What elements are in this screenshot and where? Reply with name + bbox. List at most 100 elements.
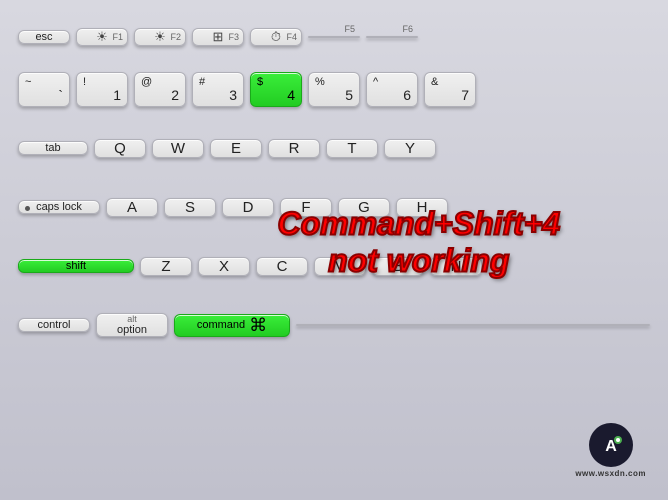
key-3[interactable]: # 3 [192,72,244,107]
key-f3[interactable]: ⊞ F3 [192,28,244,46]
key-4[interactable]: $ 4 [250,72,302,107]
key-1-top: ! [83,77,133,88]
f3-icon: ⊞ [213,29,224,45]
key-g[interactable]: G [338,198,390,217]
f4-icon: ⏱ [271,29,281,45]
f2-icon: ☀ [154,29,166,45]
key-r-label: R [289,140,300,157]
key-4-top: $ [257,77,307,88]
key-f-label: F [301,199,310,216]
key-option-label: option [117,324,147,336]
bottom-key-row: control alt option command ⌘ [18,299,650,351]
f4-label: F4 [286,32,297,42]
key-a-label: A [127,199,137,216]
key-shift-label: shift [66,260,86,272]
key-c[interactable]: C [256,257,308,276]
function-key-row: esc ☀ F1 ☀ F2 ⊞ F3 ⏱ F4 F5 F6 [18,18,650,56]
asdf-row: caps lock A S D F G H [18,181,650,233]
zxcv-row: shift Z X C V B N [18,240,650,292]
qwerty-row: tab Q W E R T Y [18,122,650,174]
key-x[interactable]: X [198,257,250,276]
key-n-label: N [451,258,462,275]
key-f5[interactable]: F5 [308,36,360,38]
key-command[interactable]: command ⌘ [174,314,290,337]
key-5-bottom: 5 [303,88,353,102]
watermark: A www.wsxdn.com [575,423,646,478]
caps-lock-indicator [25,206,30,211]
key-t-label: T [347,140,356,157]
key-b-label: B [393,258,403,275]
key-caps-label: caps lock [36,201,82,213]
key-x-label: X [219,258,229,275]
key-6-top: ^ [373,77,423,88]
key-q-label: Q [114,140,126,157]
f2-label: F2 [170,32,181,42]
key-d[interactable]: D [222,198,274,217]
key-3-top: # [199,77,249,88]
key-2[interactable]: @ 2 [134,72,186,107]
key-caps-lock[interactable]: caps lock [18,200,100,214]
key-e[interactable]: E [210,139,262,158]
key-7-bottom: 7 [419,88,469,102]
key-tab-label: tab [45,142,60,154]
key-1[interactable]: ! 1 [76,72,128,107]
key-tilde-top: ~ [25,77,75,88]
key-z[interactable]: Z [140,257,192,276]
key-tilde[interactable]: ~ ` [18,72,70,107]
key-s-label: S [185,199,195,216]
key-s[interactable]: S [164,198,216,217]
key-alt-label: alt [127,314,137,324]
key-v[interactable]: V [314,257,366,276]
key-6[interactable]: ^ 6 [366,72,418,107]
key-control[interactable]: control [18,318,90,332]
key-command-label: command [197,319,245,331]
key-v-label: V [335,258,345,275]
key-tab[interactable]: tab [18,141,88,155]
key-option[interactable]: alt option [96,313,168,337]
key-w-label: W [171,140,185,157]
key-shift[interactable]: shift [18,259,134,273]
key-5[interactable]: % 5 [308,72,360,107]
key-5-top: % [315,77,365,88]
key-w[interactable]: W [152,139,204,158]
key-4-bottom: 4 [245,88,295,102]
f1-icon: ☀ [96,29,108,45]
key-f6[interactable]: F6 [366,36,418,38]
key-f4[interactable]: ⏱ F4 [250,28,302,46]
key-esc-label: esc [35,31,52,43]
key-c-label: C [277,258,288,275]
key-n[interactable]: N [430,257,482,276]
watermark-logo: A [589,423,633,467]
key-e-label: E [231,140,241,157]
key-1-bottom: 1 [71,88,121,102]
key-r[interactable]: R [268,139,320,158]
command-icon: ⌘ [249,315,267,336]
key-3-bottom: 3 [187,88,237,102]
key-space[interactable] [296,324,650,326]
f3-label: F3 [228,32,239,42]
key-q[interactable]: Q [94,139,146,158]
key-2-bottom: 2 [129,88,179,102]
key-y[interactable]: Y [384,139,436,158]
key-7[interactable]: & 7 [424,72,476,107]
key-y-label: Y [405,140,415,157]
key-b[interactable]: B [372,257,424,276]
key-7-top: & [431,77,481,88]
key-tilde-bottom: ` [13,88,63,102]
key-a[interactable]: A [106,198,158,217]
key-f2[interactable]: ☀ F2 [134,28,186,46]
key-f1[interactable]: ☀ F1 [76,28,128,46]
key-esc[interactable]: esc [18,30,70,44]
key-h-label: H [417,199,428,216]
appuals-logo-icon: A [596,430,626,460]
key-f[interactable]: F [280,198,332,217]
f1-label: F1 [112,32,123,42]
key-2-top: @ [141,77,191,88]
keyboard-container: esc ☀ F1 ☀ F2 ⊞ F3 ⏱ F4 F5 F6 ~ ` [0,0,668,500]
f6-label: F6 [402,24,413,34]
key-h[interactable]: H [396,198,448,217]
key-d-label: D [243,199,254,216]
key-control-label: control [37,319,70,331]
key-z-label: Z [161,258,170,275]
key-t[interactable]: T [326,139,378,158]
